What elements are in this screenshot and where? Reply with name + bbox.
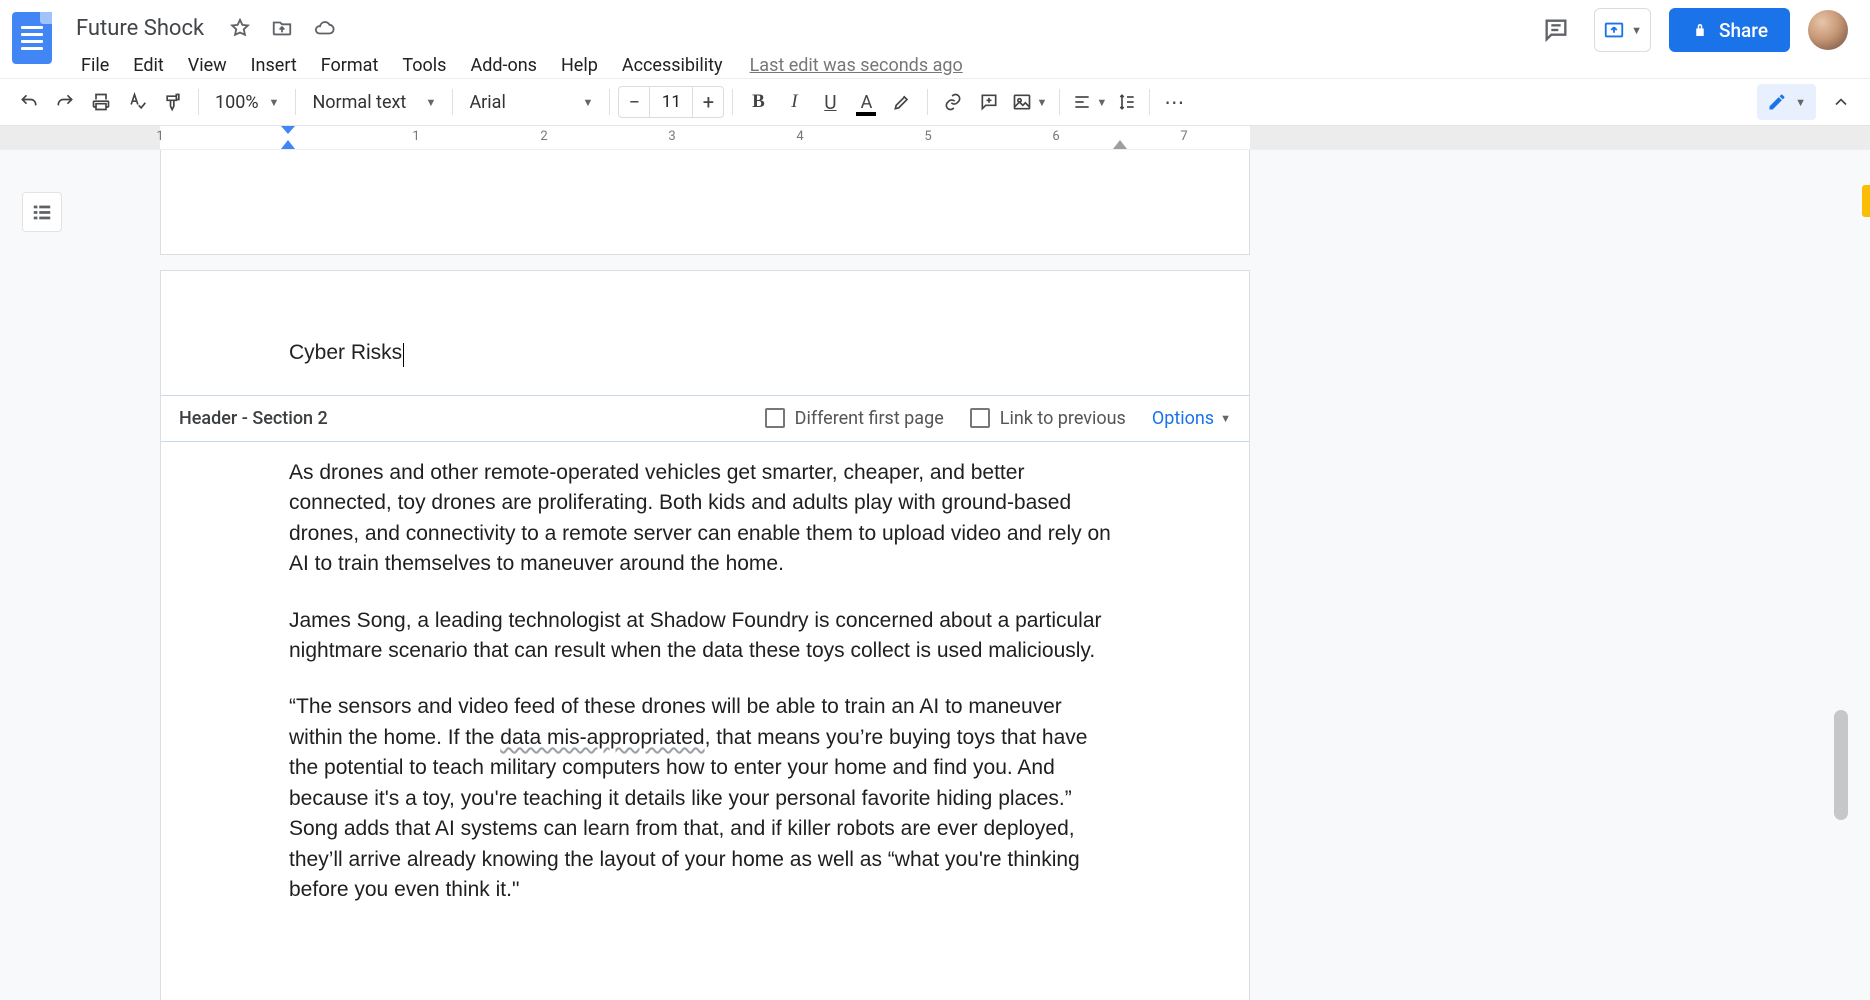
side-panel-tab[interactable] <box>1862 185 1870 217</box>
menu-bar: File Edit View Insert Format Tools Add-o… <box>70 48 1536 82</box>
grammar-squiggle[interactable]: data mis-appropriated <box>500 726 704 749</box>
toolbar-separator <box>927 89 928 115</box>
share-label: Share <box>1719 19 1768 42</box>
document-canvas: Cyber Risks Header - Section 2 Different… <box>0 150 1870 1000</box>
body-paragraph[interactable]: As drones and other remote-operated vehi… <box>289 458 1121 580</box>
more-button[interactable]: ⋯ <box>1158 85 1192 119</box>
comments-button[interactable] <box>1536 10 1576 50</box>
star-icon[interactable] <box>228 16 252 40</box>
toolbar-separator <box>1149 89 1150 115</box>
menu-file[interactable]: File <box>70 51 120 80</box>
link-to-previous-checkbox[interactable]: Link to previous <box>970 408 1126 429</box>
menu-edit[interactable]: Edit <box>122 51 174 80</box>
checkbox-icon <box>765 408 785 428</box>
title-bar: Future Shock File Edit View Insert Forma… <box>0 0 1870 78</box>
paint-format-button[interactable] <box>156 85 190 119</box>
style-select[interactable]: Normal text▼ <box>304 85 444 119</box>
checkbox-icon <box>970 408 990 428</box>
bold-button[interactable]: B <box>741 85 775 119</box>
toolbar-separator <box>732 89 733 115</box>
header-text[interactable]: Cyber Risks <box>289 341 402 364</box>
menu-view[interactable]: View <box>177 51 238 80</box>
header-options-button[interactable]: Options▼ <box>1152 408 1231 429</box>
previous-page[interactable] <box>160 150 1250 255</box>
toolbar-separator <box>295 89 296 115</box>
cloud-status-icon[interactable] <box>312 16 336 40</box>
toolbar: 100%▼ Normal text▼ Arial▼ − 11 + B I U A… <box>0 78 1870 126</box>
move-icon[interactable] <box>270 16 294 40</box>
line-spacing-button[interactable] <box>1113 85 1141 119</box>
toolbar-separator <box>198 89 199 115</box>
menu-format[interactable]: Format <box>310 51 390 80</box>
right-indent-marker[interactable] <box>1113 140 1127 149</box>
menu-addons[interactable]: Add-ons <box>459 51 548 80</box>
toolbar-separator <box>1059 89 1060 115</box>
present-button[interactable]: ▼ <box>1594 8 1651 52</box>
undo-button[interactable] <box>12 85 46 119</box>
menu-accessibility[interactable]: Accessibility <box>611 51 734 80</box>
align-button[interactable]: ▼ <box>1068 85 1111 119</box>
page-header-area[interactable]: Cyber Risks <box>161 271 1249 396</box>
scrollbar-thumb[interactable] <box>1834 710 1848 820</box>
font-select[interactable]: Arial▼ <box>461 85 601 119</box>
chevron-down-icon: ▼ <box>1795 96 1806 109</box>
vertical-scrollbar[interactable] <box>1834 150 1848 1000</box>
menu-help[interactable]: Help <box>550 51 609 80</box>
document-body[interactable]: As drones and other remote-operated vehi… <box>161 442 1249 972</box>
header-section-label: Header - Section 2 <box>179 408 328 429</box>
toolbar-separator <box>452 89 453 115</box>
text-color-button[interactable]: A <box>849 85 883 119</box>
print-button[interactable] <box>84 85 118 119</box>
insert-link-button[interactable] <box>936 85 970 119</box>
underline-button[interactable]: U <box>813 85 847 119</box>
font-size-increase[interactable]: + <box>693 87 723 117</box>
account-avatar[interactable] <box>1808 10 1848 50</box>
editing-mode-button[interactable]: ▼ <box>1757 84 1816 120</box>
menu-tools[interactable]: Tools <box>391 51 457 80</box>
toolbar-separator <box>609 89 610 115</box>
chevron-down-icon: ▼ <box>1631 24 1642 37</box>
zoom-select[interactable]: 100%▼ <box>207 85 287 119</box>
redo-button[interactable] <box>48 85 82 119</box>
italic-button[interactable]: I <box>777 85 811 119</box>
font-size-control: − 11 + <box>618 86 724 118</box>
docs-app-icon[interactable] <box>12 12 52 64</box>
left-indent-marker[interactable] <box>281 140 295 149</box>
last-edit-link[interactable]: Last edit was seconds ago <box>750 55 963 76</box>
current-page[interactable]: Cyber Risks Header - Section 2 Different… <box>160 270 1250 1000</box>
font-size-input[interactable]: 11 <box>649 87 693 117</box>
first-line-indent-marker[interactable] <box>281 126 295 134</box>
menu-insert[interactable]: Insert <box>240 51 308 80</box>
body-paragraph[interactable]: “The sensors and video feed of these dro… <box>289 692 1121 905</box>
outline-toggle-button[interactable] <box>22 192 62 232</box>
text-cursor <box>403 343 404 367</box>
add-comment-button[interactable] <box>972 85 1006 119</box>
header-section-bar: Header - Section 2 Different first page … <box>161 396 1249 442</box>
body-paragraph[interactable]: James Song, a leading technologist at Sh… <box>289 606 1121 667</box>
insert-image-button[interactable]: ▼ <box>1008 85 1051 119</box>
different-first-page-checkbox[interactable]: Different first page <box>765 408 944 429</box>
document-title[interactable]: Future Shock <box>70 16 210 41</box>
collapse-toolbar-button[interactable] <box>1824 85 1858 119</box>
highlight-button[interactable] <box>885 85 919 119</box>
chevron-down-icon: ▼ <box>1220 412 1231 425</box>
font-size-decrease[interactable]: − <box>619 87 649 117</box>
ruler[interactable]: 1 1 2 3 4 5 6 7 <box>0 126 1870 150</box>
spellcheck-button[interactable] <box>120 85 154 119</box>
share-button[interactable]: Share <box>1669 8 1790 52</box>
